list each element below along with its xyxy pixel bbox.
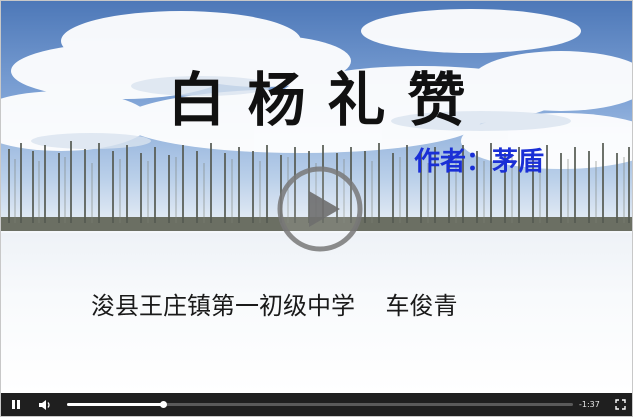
video-title: 白杨礼赞 (167, 66, 488, 134)
progress-fill (67, 403, 164, 406)
control-bar: -1:37 (1, 393, 632, 416)
author-line: 作者：茅盾 (414, 147, 545, 177)
volume-button[interactable] (35, 393, 55, 416)
progress-bar[interactable] (67, 401, 573, 408)
fullscreen-button[interactable] (611, 393, 629, 416)
pause-icon (12, 400, 20, 409)
video-player[interactable]: 白杨礼赞 作者：茅盾 浚县王庄镇第一初级中学 车俊青 -1:37 (0, 0, 633, 417)
volume-icon (39, 399, 50, 410)
play-icon (277, 166, 363, 252)
time-remaining: -1:37 (579, 400, 600, 409)
pause-button[interactable] (7, 393, 25, 416)
fullscreen-icon (614, 399, 626, 410)
video-frame[interactable]: 白杨礼赞 作者：茅盾 浚县王庄镇第一初级中学 车俊青 (1, 1, 632, 393)
school-line: 浚县王庄镇第一初级中学 车俊青 (91, 292, 458, 320)
progress-handle[interactable] (160, 401, 168, 408)
play-button[interactable] (276, 165, 364, 253)
